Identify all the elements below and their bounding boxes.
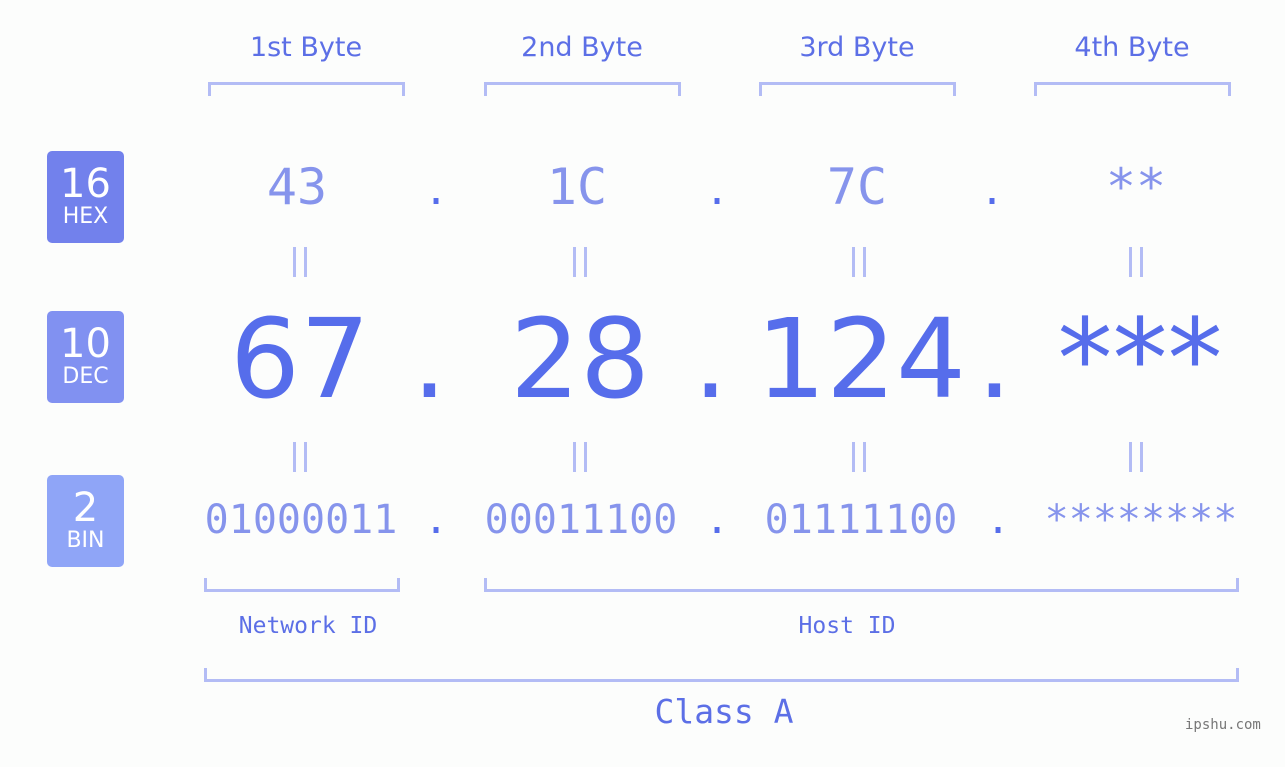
dec-badge-number: 10	[60, 321, 111, 367]
hex-badge-number: 16	[60, 161, 111, 207]
byte-header-4: 4th Byte	[1074, 32, 1190, 63]
hex-separator-3: .	[980, 168, 1005, 214]
equals-icon	[1129, 247, 1143, 277]
byte-bracket-1	[208, 82, 405, 96]
dec-byte-2: 28	[510, 295, 650, 423]
hex-badge: 16 HEX	[47, 151, 124, 243]
byte-header-1: 1st Byte	[249, 32, 363, 63]
dec-byte-4: ***	[1057, 295, 1223, 423]
dec-byte-3: 124	[756, 295, 966, 423]
hex-byte-4: **	[1105, 158, 1167, 216]
bin-byte-3: 01111100	[764, 497, 958, 543]
bin-separator-2: .	[705, 497, 730, 543]
byte-header-3: 3rd Byte	[799, 32, 915, 63]
equals-icon	[293, 247, 307, 277]
equals-icon	[852, 247, 866, 277]
hex-byte-1: 43	[266, 158, 328, 216]
dec-badge: 10 DEC	[47, 311, 124, 403]
hex-badge-label: HEX	[62, 204, 109, 229]
network-id-label: Network ID	[238, 613, 378, 639]
hex-separator-1: .	[424, 168, 449, 214]
byte-bracket-2	[484, 82, 681, 96]
bin-badge-label: BIN	[66, 528, 105, 553]
equals-icon	[852, 442, 866, 472]
class-bracket	[204, 668, 1239, 682]
host-id-label: Host ID	[798, 613, 896, 639]
class-label: Class A	[654, 692, 794, 731]
bin-badge: 2 BIN	[47, 475, 124, 567]
bin-separator-3: .	[986, 497, 1011, 543]
byte-header-2: 2nd Byte	[521, 32, 643, 63]
equals-icon	[1129, 442, 1143, 472]
equals-icon	[573, 247, 587, 277]
network-id-bracket	[204, 578, 400, 592]
equals-icon	[293, 442, 307, 472]
dec-badge-label: DEC	[62, 364, 109, 389]
hex-byte-2: 1C	[546, 158, 608, 216]
hex-separator-2: .	[705, 168, 730, 214]
bin-byte-2: 00011100	[484, 497, 678, 543]
byte-bracket-4	[1034, 82, 1231, 96]
equals-icon	[573, 442, 587, 472]
dec-separator-2: .	[693, 295, 728, 423]
watermark: ipshu.com	[1185, 717, 1261, 733]
byte-bracket-3	[759, 82, 956, 96]
dec-byte-1: 67	[230, 295, 370, 423]
dec-separator-3: .	[977, 295, 1012, 423]
hex-byte-3: 7C	[826, 158, 888, 216]
bin-byte-1: 01000011	[204, 497, 398, 543]
bin-badge-number: 2	[72, 485, 99, 531]
dec-separator-1: .	[412, 295, 447, 423]
host-id-bracket	[484, 578, 1239, 592]
bin-separator-1: .	[424, 497, 449, 543]
bin-byte-4: ********	[1044, 497, 1238, 543]
